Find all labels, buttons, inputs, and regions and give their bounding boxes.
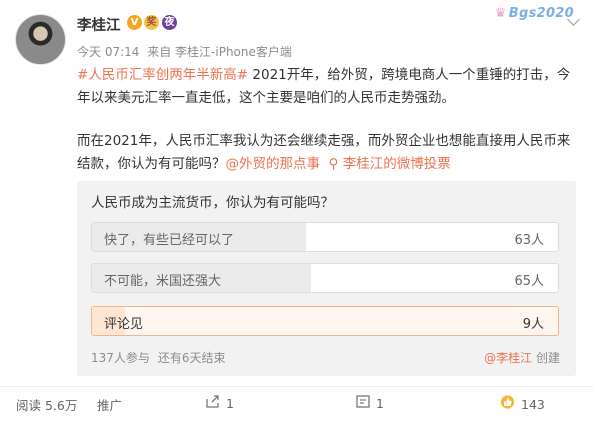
poll-footer: 137人参与 还有6天结束 bbox=[91, 349, 234, 366]
share-count: 1 bbox=[226, 396, 234, 411]
author-name[interactable]: 李桂江 bbox=[77, 14, 121, 35]
avatar[interactable] bbox=[15, 14, 66, 65]
post-time[interactable]: 今天 07:14 bbox=[77, 45, 139, 59]
promote-label: 推广 bbox=[97, 398, 123, 413]
crown-icon: ♛ bbox=[494, 6, 507, 21]
decoration-text: Bgs2020 bbox=[508, 6, 574, 21]
member-badge-icon[interactable]: 夜 bbox=[162, 15, 177, 30]
topic-link[interactable]: #人民币汇率创两年半新高# bbox=[77, 67, 248, 83]
comment-icon bbox=[356, 395, 370, 412]
action-bar: 阅读 5.6万 推广 1 1 143 bbox=[0, 386, 594, 422]
comment-count: 1 bbox=[376, 396, 384, 411]
promote-button[interactable]: 推广 bbox=[97, 395, 122, 414]
poll-icon: ⚲ bbox=[328, 155, 339, 172]
content-paragraph-2: 而在2021年，人民币汇率我认为还会继续走强，而外贸企业也想能直接用人民币来结款… bbox=[77, 130, 582, 175]
poll-link[interactable]: 李桂江的微博投票 bbox=[343, 156, 451, 172]
poll-option-label: 不可能，米国还强大 bbox=[104, 274, 222, 289]
mention-link[interactable]: @外贸的那点事 bbox=[226, 156, 321, 172]
poll-card: 人民币成为主流货币，你认为有可能吗？ 快了，有些已经可以了 63人 不可能，米国… bbox=[77, 181, 576, 376]
medal-badge-icon[interactable]: 奖 bbox=[144, 15, 159, 30]
poll-remaining: 还有6天结束 bbox=[157, 351, 226, 365]
poll-option[interactable]: 快了，有些已经可以了 63人 bbox=[91, 222, 559, 252]
poll-option-count: 9人 bbox=[522, 317, 544, 332]
post-content: #人民币汇率创两年半新高# 2021开年，给外贸，跨境电商人一个重锤的打击，今年… bbox=[77, 64, 582, 175]
poll-option-count: 63人 bbox=[514, 233, 544, 248]
post-source: 来自 李桂江-iPhone客户端 bbox=[147, 45, 292, 59]
poll-option[interactable]: 不可能，米国还强大 65人 bbox=[91, 263, 559, 293]
thumbs-up-icon bbox=[500, 395, 515, 413]
like-count: 143 bbox=[521, 396, 545, 412]
like-button[interactable]: 143 bbox=[500, 395, 545, 413]
poll-question: 人民币成为主流货币，你认为有可能吗？ bbox=[91, 195, 334, 211]
share-icon bbox=[206, 395, 220, 412]
content-paragraph-1: #人民币汇率创两年半新高# 2021开年，给外贸，跨境电商人一个重锤的打击，今年… bbox=[77, 64, 582, 109]
share-button[interactable]: 1 bbox=[206, 395, 234, 412]
card-decoration: ♛ Bgs2020 bbox=[495, 6, 574, 21]
read-count: 阅读 5.6万 bbox=[16, 395, 77, 414]
content-text-2: 而在2021年，人民币汇率我认为还会继续走强，而外贸企业也想能直接用人民币来结款… bbox=[77, 133, 571, 172]
poll-creator: @李桂江 创建 bbox=[484, 349, 560, 366]
post-meta: 今天 07:14 来自 李桂江-iPhone客户端 bbox=[77, 43, 296, 60]
verified-badge-icon[interactable]: V bbox=[127, 15, 142, 30]
poll-option-selected[interactable]: 评论见 9人 bbox=[91, 306, 559, 336]
poll-option-label: 评论见 bbox=[104, 317, 144, 332]
creator-suffix: 创建 bbox=[535, 351, 560, 365]
comment-button[interactable]: 1 bbox=[356, 395, 384, 412]
read-count-label: 阅读 5.6万 bbox=[16, 398, 78, 413]
poll-option-label: 快了，有些已经可以了 bbox=[104, 233, 235, 248]
poll-participants: 137人参与 bbox=[91, 351, 150, 365]
poll-option-count: 65人 bbox=[514, 274, 544, 289]
creator-mention[interactable]: @李桂江 bbox=[484, 351, 532, 365]
